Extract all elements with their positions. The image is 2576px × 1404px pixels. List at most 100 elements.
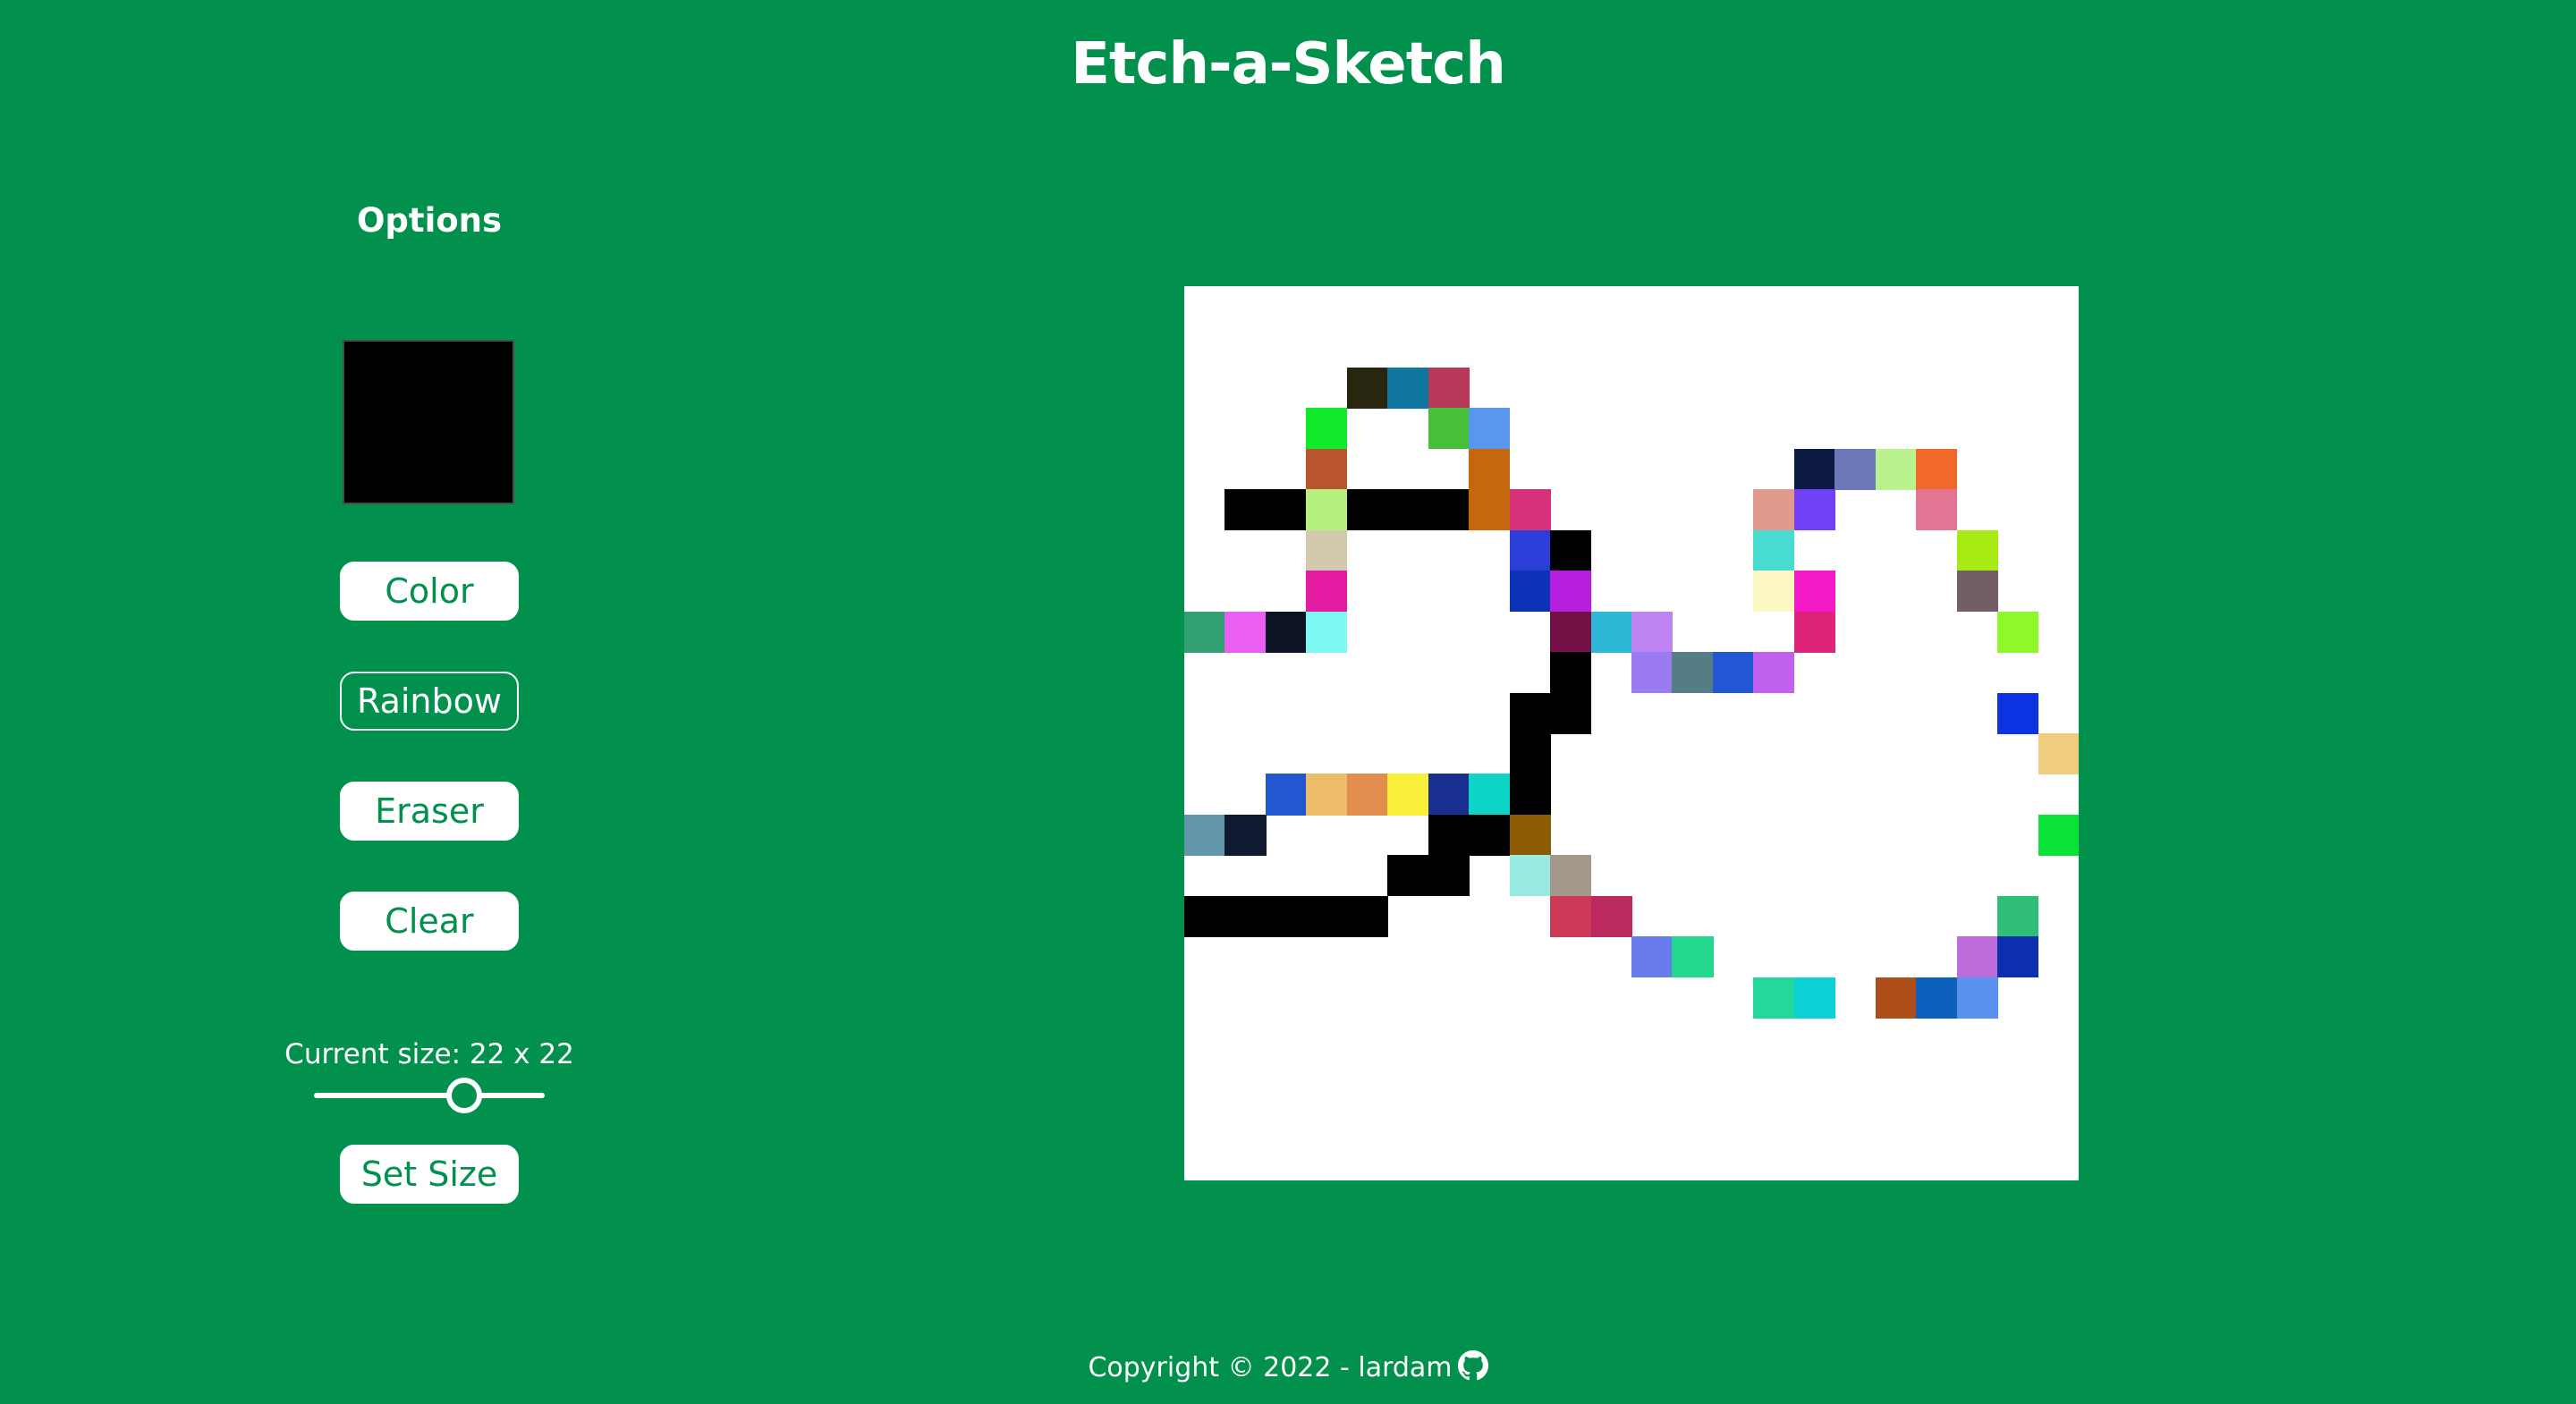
grid-cell[interactable]: [1306, 408, 1348, 450]
copyright-text: Copyright © 2022 - lardam: [1088, 1352, 1453, 1383]
rainbow-button[interactable]: Rainbow: [340, 672, 519, 731]
grid-cell[interactable]: [1265, 489, 1307, 531]
grid-cell[interactable]: [1346, 367, 1388, 409]
grid-cell[interactable]: [1753, 652, 1795, 694]
grid-cell[interactable]: [1509, 774, 1551, 816]
grid-cell[interactable]: [1550, 529, 1592, 571]
grid-cell[interactable]: [1265, 611, 1307, 653]
grid-cell[interactable]: [1956, 936, 1998, 978]
grid-cell[interactable]: [2038, 814, 2079, 856]
grid-cell[interactable]: [1631, 652, 1674, 694]
grid-cell[interactable]: [1590, 895, 1632, 937]
grid-cell[interactable]: [1387, 774, 1429, 816]
clear-button[interactable]: Clear: [340, 892, 519, 951]
grid-cell[interactable]: [1753, 489, 1795, 531]
grid-cell[interactable]: [1509, 571, 1551, 613]
grid-cell[interactable]: [1875, 448, 1917, 490]
grid-cell[interactable]: [1224, 611, 1267, 653]
grid-cell[interactable]: [1428, 367, 1470, 409]
color-picker-swatch[interactable]: [343, 340, 514, 504]
grid-cell[interactable]: [1224, 814, 1267, 856]
grid-cell[interactable]: [1306, 571, 1348, 613]
grid-cell[interactable]: [1712, 652, 1754, 694]
grid-cell[interactable]: [1631, 611, 1674, 653]
grid-cell[interactable]: [1793, 489, 1835, 531]
grid-cell[interactable]: [1509, 489, 1551, 531]
grid-cell[interactable]: [1916, 489, 1958, 531]
grid-cell[interactable]: [1550, 571, 1592, 613]
grid-cell[interactable]: [1469, 408, 1511, 450]
grid-cell[interactable]: [1916, 977, 1958, 1019]
grid-cell[interactable]: [1793, 448, 1835, 490]
grid-cell[interactable]: [1509, 855, 1551, 897]
grid-cell[interactable]: [1306, 448, 1348, 490]
slider-thumb[interactable]: [445, 1078, 482, 1113]
grid-cell[interactable]: [1428, 814, 1470, 856]
grid-cell[interactable]: [1550, 855, 1592, 897]
grid-cell[interactable]: [1509, 814, 1551, 856]
github-icon[interactable]: [1457, 1350, 1488, 1381]
grid-cell[interactable]: [1469, 448, 1511, 490]
drawing-grid[interactable]: [1184, 286, 2079, 1180]
grid-cell[interactable]: [1265, 895, 1307, 937]
grid-cell[interactable]: [1550, 611, 1592, 653]
grid-cell[interactable]: [1550, 692, 1592, 734]
grid-cell[interactable]: [1916, 448, 1958, 490]
grid-cell[interactable]: [1793, 977, 1835, 1019]
grid-cell[interactable]: [1306, 529, 1348, 571]
grid-cell[interactable]: [1550, 895, 1592, 937]
grid-cell[interactable]: [1997, 936, 2039, 978]
grid-cell[interactable]: [1184, 611, 1226, 653]
grid-cell[interactable]: [1346, 774, 1388, 816]
grid-cell[interactable]: [1875, 977, 1917, 1019]
grid-cell[interactable]: [1672, 936, 1714, 978]
grid-cell[interactable]: [1753, 571, 1795, 613]
grid-cell[interactable]: [1346, 489, 1388, 531]
grid-cell[interactable]: [1997, 895, 2039, 937]
grid-cell[interactable]: [1753, 977, 1795, 1019]
grid-cell[interactable]: [1956, 977, 1998, 1019]
grid-cell[interactable]: [1387, 855, 1429, 897]
grid-cell[interactable]: [1265, 774, 1307, 816]
grid-cell[interactable]: [1184, 895, 1226, 937]
grid-cell[interactable]: [1184, 814, 1226, 856]
grid-size-label: Current size: 22 x 22: [284, 1038, 574, 1070]
grid-cell[interactable]: [2038, 733, 2079, 775]
grid-cell[interactable]: [1469, 814, 1511, 856]
grid-cell[interactable]: [1835, 448, 1877, 490]
grid-cell[interactable]: [1428, 855, 1470, 897]
grid-cell[interactable]: [1469, 489, 1511, 531]
grid-cell[interactable]: [1956, 571, 1998, 613]
grid-cell[interactable]: [1509, 692, 1551, 734]
grid-cell[interactable]: [1306, 489, 1348, 531]
color-button[interactable]: Color: [340, 562, 519, 621]
grid-cell[interactable]: [1224, 489, 1267, 531]
grid-cell[interactable]: [1631, 936, 1674, 978]
grid-cell[interactable]: [1753, 529, 1795, 571]
grid-size-slider[interactable]: [314, 1093, 545, 1098]
grid-cell[interactable]: [1387, 367, 1429, 409]
grid-cell[interactable]: [1793, 611, 1835, 653]
grid-cell[interactable]: [1428, 489, 1470, 531]
grid-cell[interactable]: [1306, 611, 1348, 653]
grid-cell[interactable]: [1997, 611, 2039, 653]
grid-cell[interactable]: [1509, 529, 1551, 571]
grid-cell[interactable]: [1306, 774, 1348, 816]
grid-cell[interactable]: [1387, 489, 1429, 531]
grid-cell[interactable]: [1672, 652, 1714, 694]
grid-cell[interactable]: [1346, 895, 1388, 937]
page-title: Etch-a-Sketch: [1071, 31, 1506, 97]
grid-cell[interactable]: [1997, 692, 2039, 734]
grid-cell[interactable]: [1793, 571, 1835, 613]
grid-cell[interactable]: [1956, 529, 1998, 571]
grid-cell[interactable]: [1469, 774, 1511, 816]
grid-cell[interactable]: [1509, 733, 1551, 775]
eraser-button[interactable]: Eraser: [340, 782, 519, 841]
grid-cell[interactable]: [1428, 408, 1470, 450]
set-size-button[interactable]: Set Size: [340, 1145, 519, 1204]
grid-cell[interactable]: [1428, 774, 1470, 816]
grid-cell[interactable]: [1550, 652, 1592, 694]
grid-cell[interactable]: [1306, 895, 1348, 937]
grid-cell[interactable]: [1224, 895, 1267, 937]
grid-cell[interactable]: [1590, 611, 1632, 653]
